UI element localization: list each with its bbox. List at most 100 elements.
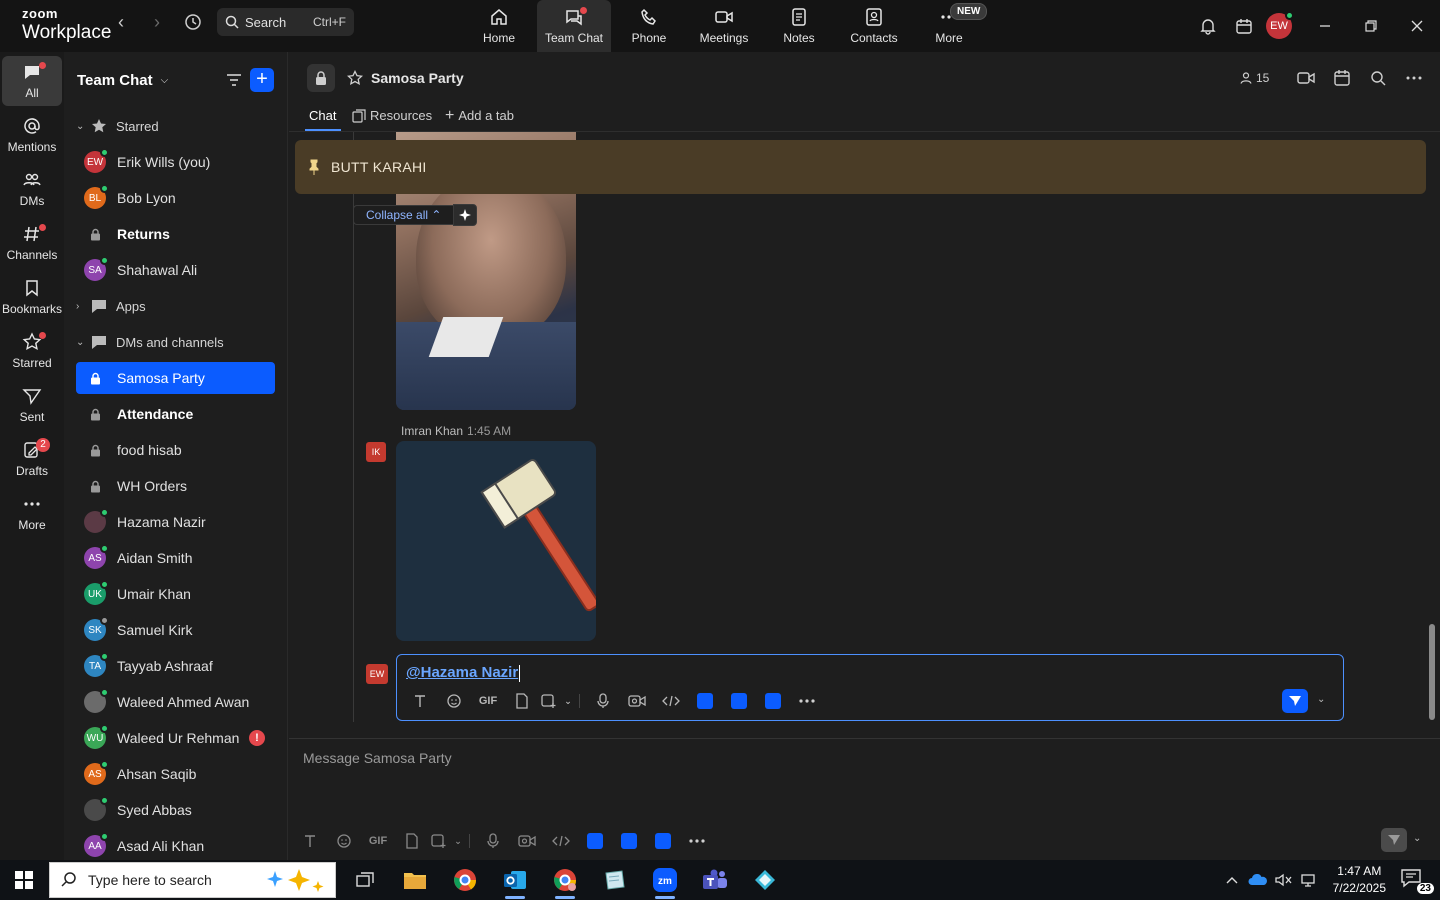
network-icon[interactable]: [1298, 868, 1322, 892]
forward-arrow-icon[interactable]: ›: [147, 12, 167, 32]
rail-dms[interactable]: DMs: [2, 164, 62, 214]
sender-name[interactable]: Imran Khan: [401, 424, 463, 438]
format-text-icon[interactable]: [403, 689, 437, 713]
send-reply-button[interactable]: [1282, 689, 1308, 713]
calendar-icon[interactable]: [1325, 66, 1359, 90]
sidebar-item-ahsan-saqib[interactable]: AS Ahsan Saqib: [76, 756, 275, 792]
sidebar-item-aidan-smith[interactable]: AS Aidan Smith: [76, 540, 275, 576]
nav-phone[interactable]: Phone: [612, 0, 686, 52]
app-calendar-icon[interactable]: [612, 829, 646, 853]
collapse-all-button[interactable]: Collapse all ⌃: [353, 204, 478, 226]
zoom-app-icon[interactable]: zm: [640, 860, 690, 900]
sidebar-title[interactable]: Team Chat: [77, 72, 153, 89]
sidebar-item-bob-lyon[interactable]: BL Bob Lyon: [76, 180, 275, 216]
rail-bookmarks[interactable]: Bookmarks: [2, 272, 62, 322]
emoji-icon[interactable]: [327, 829, 361, 853]
members-count[interactable]: 15: [1239, 71, 1269, 85]
outlook-icon[interactable]: [490, 860, 540, 900]
rail-starred[interactable]: Starred: [2, 326, 62, 376]
section-dms-channels[interactable]: ⌄ DMs and channels: [64, 324, 287, 360]
sidebar-item-erik-wills-you[interactable]: EW Erik Wills (you): [76, 144, 275, 180]
chrome-icon[interactable]: [440, 860, 490, 900]
screenshot-icon[interactable]: ⌄: [429, 829, 463, 853]
nav-contacts[interactable]: Contacts: [837, 0, 911, 52]
sidebar-item-tayyab-ashraaf[interactable]: TA Tayyab Ashraaf: [76, 648, 275, 684]
rail-sent[interactable]: Sent: [2, 380, 62, 430]
send-message-button[interactable]: [1381, 828, 1407, 852]
star-channel-icon[interactable]: [347, 70, 363, 86]
sidebar-item-attendance[interactable]: Attendance: [76, 396, 275, 432]
sidebar-item-samosa-party[interactable]: Samosa Party: [76, 362, 275, 394]
restore-button[interactable]: [1348, 4, 1394, 48]
rail-all[interactable]: All: [2, 56, 62, 106]
chevron-down-icon[interactable]: ⌵: [161, 75, 169, 86]
sidebar-item-hazama-nazir[interactable]: Hazama Nazir: [76, 504, 275, 540]
more-options-icon[interactable]: [680, 829, 714, 853]
sidebar-item-shahawal-ali[interactable]: SA Shahawal Ali: [76, 252, 275, 288]
new-chat-button[interactable]: +: [250, 68, 274, 92]
app-calendar-icon[interactable]: [722, 689, 756, 713]
nav-more[interactable]: NEW More: [912, 0, 988, 52]
calendar-gift-icon[interactable]: [1226, 8, 1262, 44]
teams-icon[interactable]: [690, 860, 740, 900]
video-call-icon[interactable]: [1289, 66, 1323, 90]
gif-icon[interactable]: GIF: [361, 829, 395, 853]
channel-more-icon[interactable]: [1397, 66, 1431, 90]
more-options-icon[interactable]: [790, 689, 824, 713]
sender-avatar[interactable]: IK: [366, 442, 386, 462]
code-snippet-icon[interactable]: [544, 829, 578, 853]
notification-center-icon[interactable]: 23: [1400, 868, 1434, 894]
video-message-icon[interactable]: [510, 829, 544, 853]
message-input[interactable]: Message Samosa Party: [303, 750, 452, 766]
minimize-button[interactable]: [1302, 4, 1348, 48]
profile-avatar[interactable]: EW: [1266, 11, 1294, 39]
rail-drafts[interactable]: 2 Drafts: [2, 434, 62, 484]
screenshot-icon[interactable]: ⌄: [539, 689, 573, 713]
sidebar-item-asad-ali-khan[interactable]: AA Asad Ali Khan: [76, 828, 275, 860]
channel-name[interactable]: Samosa Party: [371, 70, 464, 86]
send-options-chevron-icon[interactable]: ⌄: [1317, 694, 1325, 705]
format-text-icon[interactable]: [293, 829, 327, 853]
notepad-app-icon[interactable]: [590, 860, 640, 900]
chrome-profile-icon[interactable]: [540, 860, 590, 900]
onedrive-cloud-icon[interactable]: [1246, 868, 1270, 892]
sidebar-item-waleed-ahmed-awan[interactable]: Waleed Ahmed Awan: [76, 684, 275, 720]
notifications-bell-icon[interactable]: [1190, 8, 1226, 44]
sidebar-item-returns[interactable]: Returns: [76, 216, 275, 252]
ai-sparkle-icon[interactable]: [453, 204, 478, 226]
back-arrow-icon[interactable]: ‹: [111, 12, 131, 32]
pinned-message-banner[interactable]: BUTT KARAHI: [295, 140, 1426, 194]
emoji-icon[interactable]: [437, 689, 471, 713]
sidebar-item-umair-khan[interactable]: UK Umair Khan: [76, 576, 275, 612]
file-explorer-icon[interactable]: [390, 860, 440, 900]
hammer-sticker[interactable]: [396, 441, 596, 641]
close-button[interactable]: [1394, 4, 1440, 48]
global-search[interactable]: Search Ctrl+F: [217, 8, 354, 36]
sidebar-item-waleed-ur-rehman[interactable]: WU Waleed Ur Rehman!: [76, 720, 275, 756]
chevron-up-icon[interactable]: [1220, 868, 1244, 892]
microphone-icon[interactable]: [586, 689, 620, 713]
search-channel-icon[interactable]: [1361, 66, 1395, 90]
rail-more[interactable]: More: [2, 488, 62, 538]
history-icon[interactable]: [183, 12, 203, 32]
app-chat-icon[interactable]: [756, 689, 790, 713]
system-clock[interactable]: 1:47 AM 7/22/2025: [1333, 863, 1386, 897]
diamond-app-icon[interactable]: [740, 860, 790, 900]
nav-notes[interactable]: Notes: [762, 0, 836, 52]
tab-chat[interactable]: Chat: [309, 108, 336, 123]
task-view-icon[interactable]: [340, 860, 390, 900]
add-tab-button[interactable]: + Add a tab: [445, 107, 514, 123]
sidebar-item-food-hisab[interactable]: food hisab: [76, 432, 275, 468]
scrollbar-thumb[interactable]: [1429, 624, 1435, 720]
code-snippet-icon[interactable]: [654, 689, 688, 713]
gif-icon[interactable]: GIF: [471, 689, 505, 713]
sidebar-item-samuel-kirk[interactable]: SK Samuel Kirk: [76, 612, 275, 648]
microphone-icon[interactable]: [476, 829, 510, 853]
sidebar-item-wh-orders[interactable]: WH Orders: [76, 468, 275, 504]
windows-start-icon[interactable]: [15, 871, 33, 889]
tab-resources[interactable]: Resources: [352, 108, 432, 123]
sidebar-item-syed-abbas[interactable]: Syed Abbas: [76, 792, 275, 828]
filter-icon[interactable]: [224, 70, 244, 90]
rail-mentions[interactable]: Mentions: [2, 110, 62, 160]
taskbar-search[interactable]: Type here to search: [49, 862, 336, 898]
